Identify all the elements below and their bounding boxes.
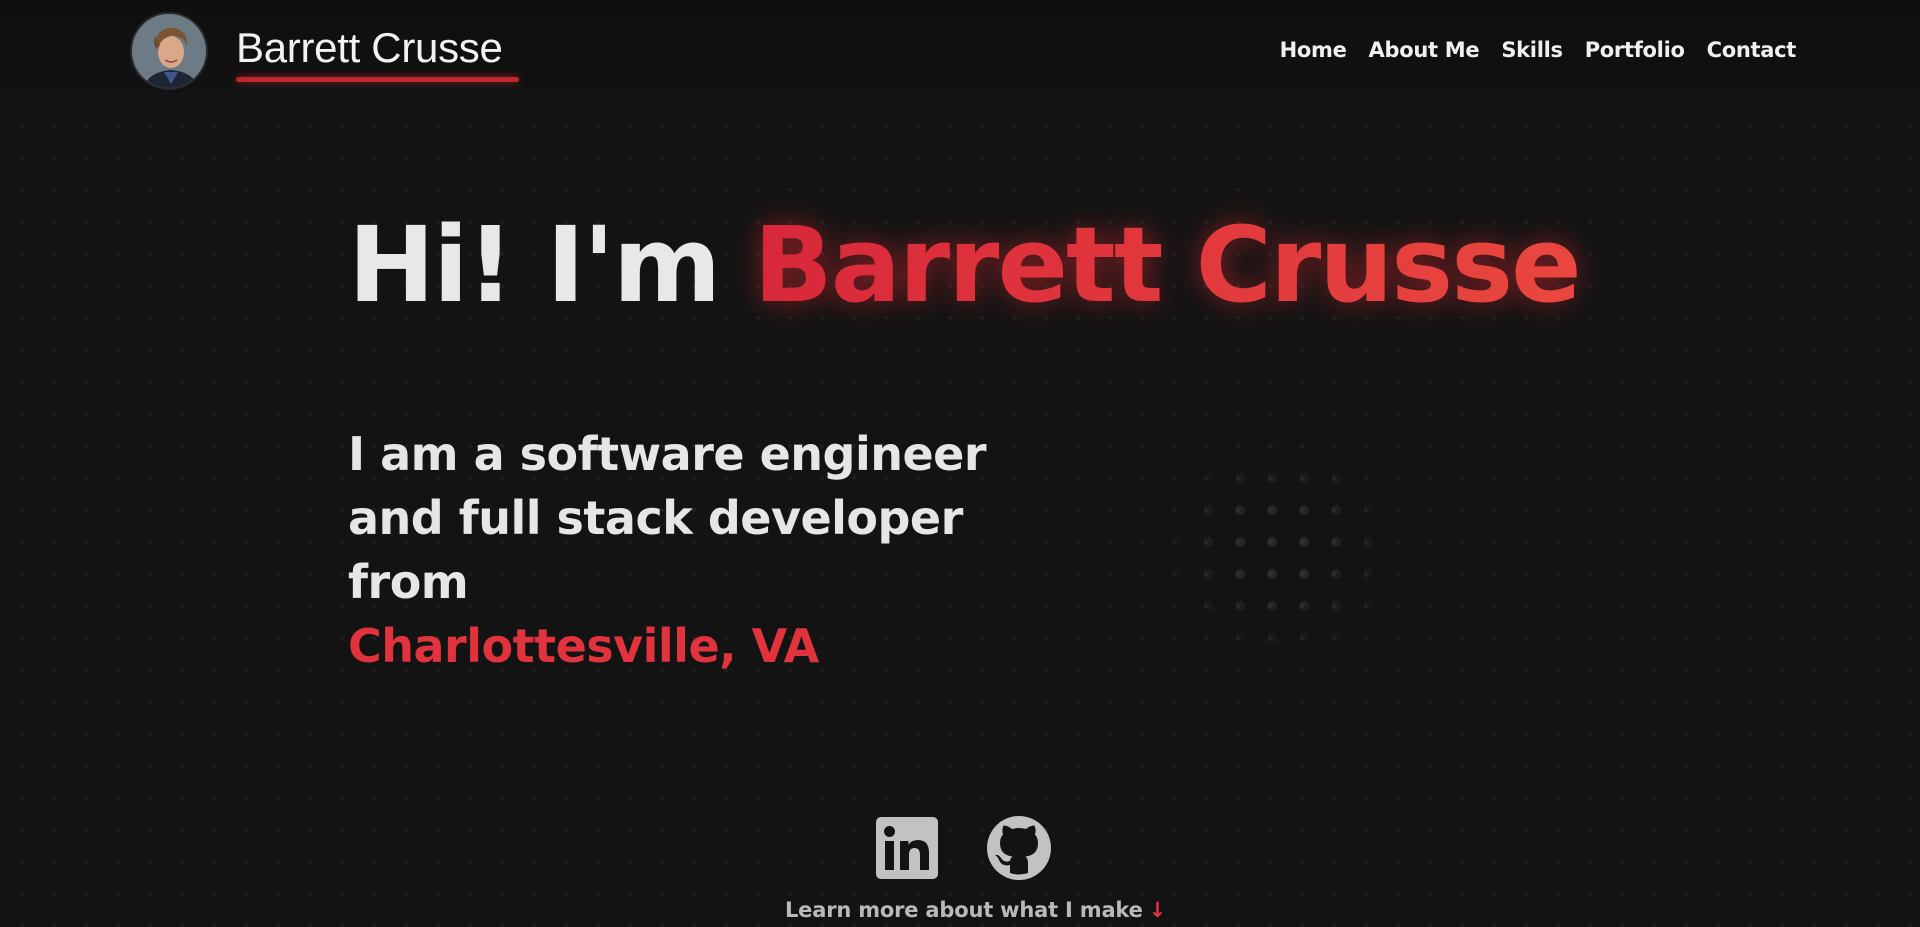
linkedin-icon[interactable]: [874, 815, 940, 881]
hero-title: Hi! I'm Barrett Crusse: [348, 204, 1582, 326]
hero-greeting: Hi! I'm: [348, 204, 754, 326]
decorative-dot-cluster: [1160, 430, 1400, 670]
nav-portfolio[interactable]: Portfolio: [1585, 38, 1685, 62]
arrow-down-icon: ↓: [1148, 898, 1167, 922]
portfolio-page: Barrett Crusse Home About Me Skills Port…: [0, 0, 1920, 927]
hero-tagline: I am a software engineer and full stack …: [348, 422, 988, 678]
brand-underline: [236, 77, 519, 82]
learn-more-link[interactable]: Learn more about what I make ↓: [785, 898, 1166, 922]
avatar[interactable]: [130, 12, 208, 90]
brand-name[interactable]: Barrett Crusse: [236, 24, 503, 72]
learn-more-label: Learn more about what I make: [785, 898, 1143, 922]
avatar-photo-icon: [132, 14, 206, 88]
social-links: [874, 815, 1052, 881]
nav-about-me[interactable]: About Me: [1369, 38, 1480, 62]
hero-name: Barrett Crusse: [753, 204, 1581, 326]
main-nav: Home About Me Skills Portfolio Contact: [1280, 38, 1797, 62]
nav-contact[interactable]: Contact: [1707, 38, 1797, 62]
tagline-location: Charlottesville, VA: [348, 619, 819, 673]
nav-skills[interactable]: Skills: [1501, 38, 1563, 62]
github-icon[interactable]: [986, 815, 1052, 881]
tagline-text: I am a software engineer and full stack …: [348, 427, 987, 609]
site-header: Barrett Crusse Home About Me Skills Port…: [0, 0, 1920, 118]
nav-home[interactable]: Home: [1280, 38, 1347, 62]
